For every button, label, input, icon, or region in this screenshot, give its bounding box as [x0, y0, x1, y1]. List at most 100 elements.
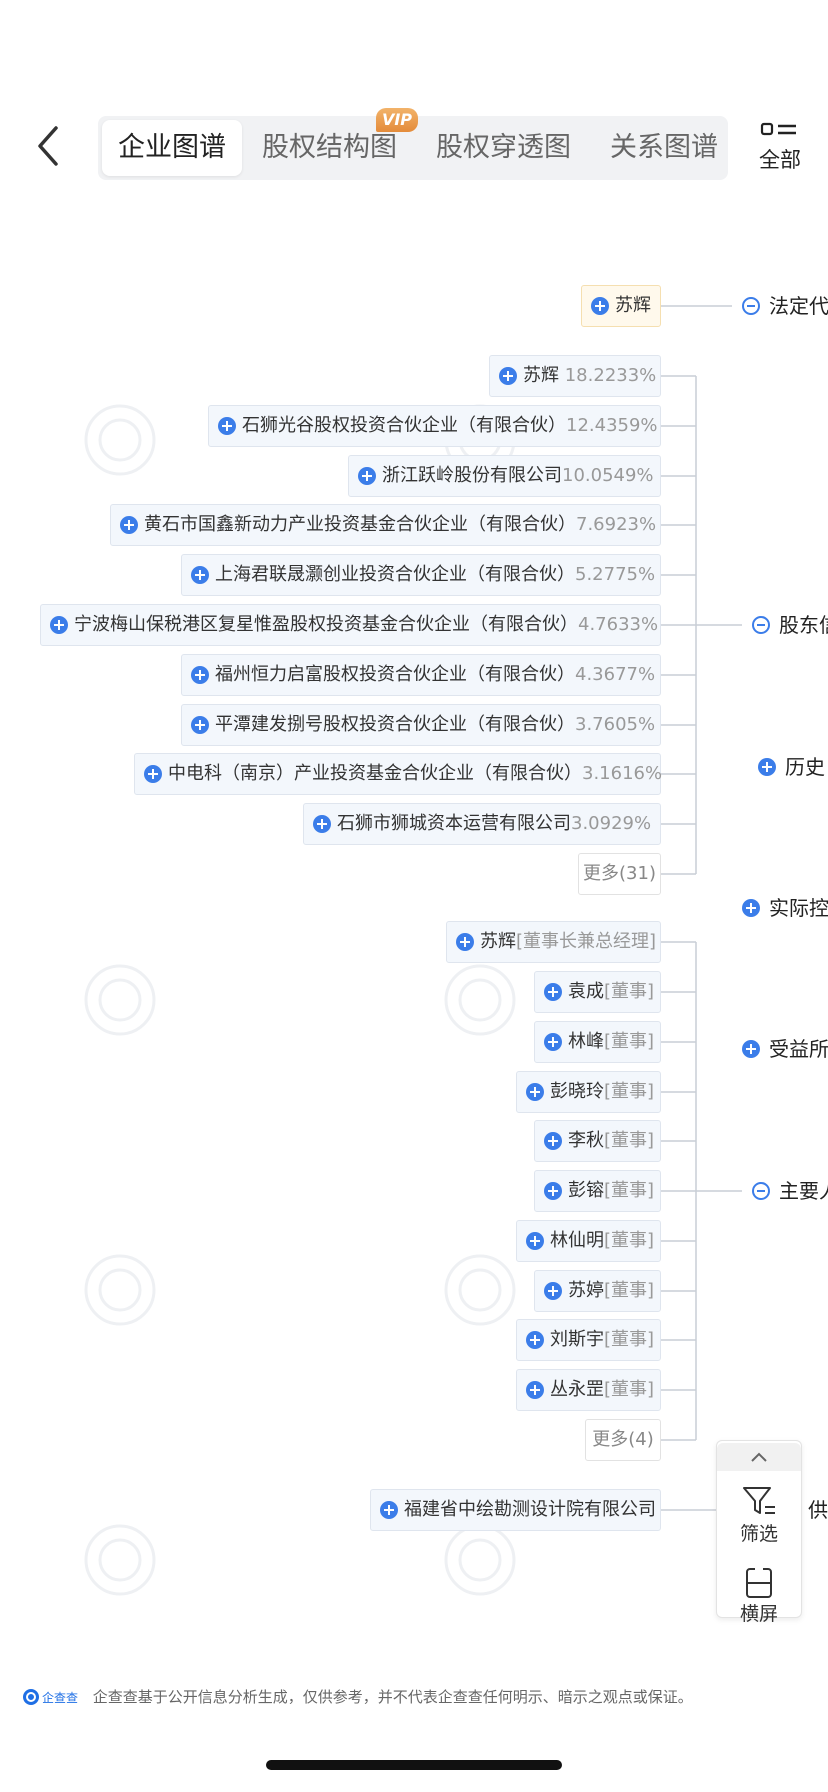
- shareholder-name: 黄石市国鑫新动力产业投资基金合伙企业（有限合伙）: [144, 514, 576, 535]
- expand-plus-icon[interactable]: [544, 1132, 562, 1150]
- person-role: [董事]: [604, 1230, 655, 1251]
- expand-plus-icon[interactable]: [742, 1040, 760, 1058]
- shareholder-name: 石狮光谷股权投资合伙企业（有限合伙）: [242, 415, 566, 436]
- expand-plus-icon[interactable]: [144, 765, 162, 783]
- category-supplier-label[interactable]: 供: [808, 1494, 828, 1523]
- person-node[interactable]: 丛永罡[董事]: [516, 1369, 661, 1411]
- home-indicator[interactable]: [266, 1760, 562, 1770]
- person-name: 苏婷: [568, 1280, 604, 1301]
- shareholder-percent: 12.4359%: [566, 415, 658, 436]
- shareholder-percent: 4.3677%: [575, 664, 656, 685]
- person-role: [董事长兼总经理]: [516, 931, 657, 952]
- person-role: [董事]: [604, 1130, 655, 1151]
- shareholder-node[interactable]: 宁波梅山保税港区复星惟盈股权投资基金合伙企业（有限合伙）4.7633%: [40, 604, 661, 646]
- shareholder-node[interactable]: 石狮光谷股权投资合伙企业（有限合伙）12.4359%: [208, 405, 661, 447]
- person-name: 苏辉: [480, 931, 516, 952]
- expand-plus-icon[interactable]: [380, 1501, 398, 1519]
- person-node[interactable]: 刘斯宇[董事]: [516, 1319, 661, 1361]
- expand-plus-icon[interactable]: [526, 1331, 544, 1349]
- shareholder-percent: 3.0929%: [571, 813, 652, 834]
- shareholder-name: 福州恒力启富股权投资合伙企业（有限合伙）: [215, 664, 575, 685]
- logo-text: 企查查: [42, 1690, 78, 1705]
- person-role: [董事]: [604, 1280, 655, 1301]
- shareholder-percent: 7.6923%: [576, 514, 657, 535]
- collapse-panel-button[interactable]: [717, 1443, 801, 1471]
- shareholder-name: 上海君联晟灏创业投资合伙企业（有限合伙）: [215, 564, 575, 585]
- expand-plus-icon[interactable]: [313, 815, 331, 833]
- chevron-up-icon: [751, 1452, 767, 1462]
- expand-plus-icon[interactable]: [499, 367, 517, 385]
- landscape-button[interactable]: 横屏: [717, 1565, 801, 1626]
- expand-plus-icon[interactable]: [544, 983, 562, 1001]
- shareholder-node[interactable]: 上海君联晟灏创业投资合伙企业（有限合伙）5.2775%: [181, 554, 661, 596]
- person-role: [董事]: [604, 1031, 655, 1052]
- expand-plus-icon[interactable]: [358, 467, 376, 485]
- person-role: [董事]: [604, 1329, 655, 1350]
- filter-label: 筛选: [739, 1523, 778, 1545]
- person-node[interactable]: 李秋[董事]: [534, 1120, 661, 1162]
- legal-rep-node[interactable]: 苏辉: [581, 285, 661, 327]
- person-name: 林仙明: [550, 1230, 604, 1251]
- category-label: 主要人: [779, 1179, 828, 1203]
- shareholder-node[interactable]: 浙江跃岭股份有限公司10.0549%: [348, 455, 661, 497]
- expand-plus-icon[interactable]: [191, 566, 209, 584]
- expand-plus-icon[interactable]: [218, 417, 236, 435]
- expand-plus-icon[interactable]: [526, 1232, 544, 1250]
- person-node[interactable]: 袁成[董事]: [534, 971, 661, 1013]
- expand-plus-icon[interactable]: [742, 899, 760, 917]
- personnel-more-button[interactable]: 更多(4): [585, 1419, 661, 1461]
- expand-plus-icon[interactable]: [591, 297, 609, 315]
- expand-plus-icon[interactable]: [526, 1083, 544, 1101]
- person-node[interactable]: 林峰[董事]: [534, 1021, 661, 1063]
- person-node[interactable]: 彭晓玲[董事]: [516, 1071, 661, 1113]
- qichacha-logo: 企查查: [23, 1688, 78, 1705]
- person-role: [董事]: [604, 1081, 655, 1102]
- collapse-minus-icon[interactable]: [742, 297, 760, 315]
- shareholder-node[interactable]: 福州恒力启富股权投资合伙企业（有限合伙）4.3677%: [181, 654, 661, 696]
- person-node[interactable]: 林仙明[董事]: [516, 1220, 661, 1262]
- shareholder-percent: 5.2775%: [575, 564, 656, 585]
- expand-plus-icon[interactable]: [456, 933, 474, 951]
- shareholder-node[interactable]: 中电科（南京）产业投资基金合伙企业（有限合伙）3.1616%: [134, 753, 663, 795]
- shareholder-node[interactable]: 苏辉 18.2233%: [489, 355, 661, 397]
- expand-plus-icon[interactable]: [544, 1182, 562, 1200]
- shareholder-name: 苏辉: [523, 365, 559, 386]
- shareholder-node[interactable]: 平潭建发捌号股权投资合伙企业（有限合伙）3.7605%: [181, 704, 661, 746]
- expand-plus-icon[interactable]: [544, 1282, 562, 1300]
- expand-plus-icon[interactable]: [50, 616, 68, 634]
- person-name: 林峰: [568, 1031, 604, 1052]
- shareholder-percent: 18.2233%: [564, 365, 657, 386]
- person-node[interactable]: 苏婷[董事]: [534, 1270, 661, 1312]
- person-name: 袁成: [568, 981, 604, 1002]
- shareholder-node[interactable]: 石狮市狮城资本运营有限公司3.0929%: [303, 803, 661, 845]
- person-node[interactable]: 苏辉[董事长兼总经理]: [446, 921, 661, 963]
- category-label: 股东信: [779, 613, 828, 637]
- collapse-minus-icon[interactable]: [752, 616, 770, 634]
- person-role: [董事]: [604, 981, 655, 1002]
- expand-plus-icon[interactable]: [120, 516, 138, 534]
- collapse-minus-icon[interactable]: [752, 1182, 770, 1200]
- disclaimer-text: 企查查基于公开信息分析生成，仅供参考，并不代表企查查任何明示、暗示之观点或保证。: [92, 1688, 693, 1706]
- supplier-node[interactable]: 福建省中绘勘测设计院有限公司: [370, 1489, 661, 1531]
- disclaimer: 企查查 企查查基于公开信息分析生成，仅供参考，并不代表企查查任何明示、暗示之观点…: [22, 1686, 693, 1708]
- person-name: 李秋: [568, 1130, 604, 1151]
- expand-plus-icon[interactable]: [191, 716, 209, 734]
- expand-plus-icon[interactable]: [758, 758, 776, 776]
- person-role: [董事]: [604, 1379, 655, 1400]
- person-node[interactable]: 彭镕[董事]: [534, 1170, 661, 1212]
- shareholders-more-button[interactable]: 更多(31): [578, 853, 661, 895]
- shareholder-percent: 3.7605%: [575, 714, 656, 735]
- expand-plus-icon[interactable]: [191, 666, 209, 684]
- rotate-screen-icon: [746, 1565, 772, 1598]
- tool-panel: 筛选 横屏: [716, 1440, 802, 1625]
- shareholder-percent: 4.7633%: [578, 614, 659, 635]
- shareholder-percent: 3.1616%: [582, 763, 663, 784]
- filter-button[interactable]: 筛选: [717, 1485, 801, 1546]
- person-name: 丛永罡: [550, 1379, 604, 1400]
- shareholder-node[interactable]: 黄石市国鑫新动力产业投资基金合伙企业（有限合伙）7.6923%: [110, 504, 661, 546]
- node-name: 苏辉: [615, 295, 651, 316]
- person-role: [董事]: [604, 1180, 655, 1201]
- expand-plus-icon[interactable]: [544, 1033, 562, 1051]
- expand-plus-icon[interactable]: [526, 1381, 544, 1399]
- category-label: 法定代: [769, 294, 828, 318]
